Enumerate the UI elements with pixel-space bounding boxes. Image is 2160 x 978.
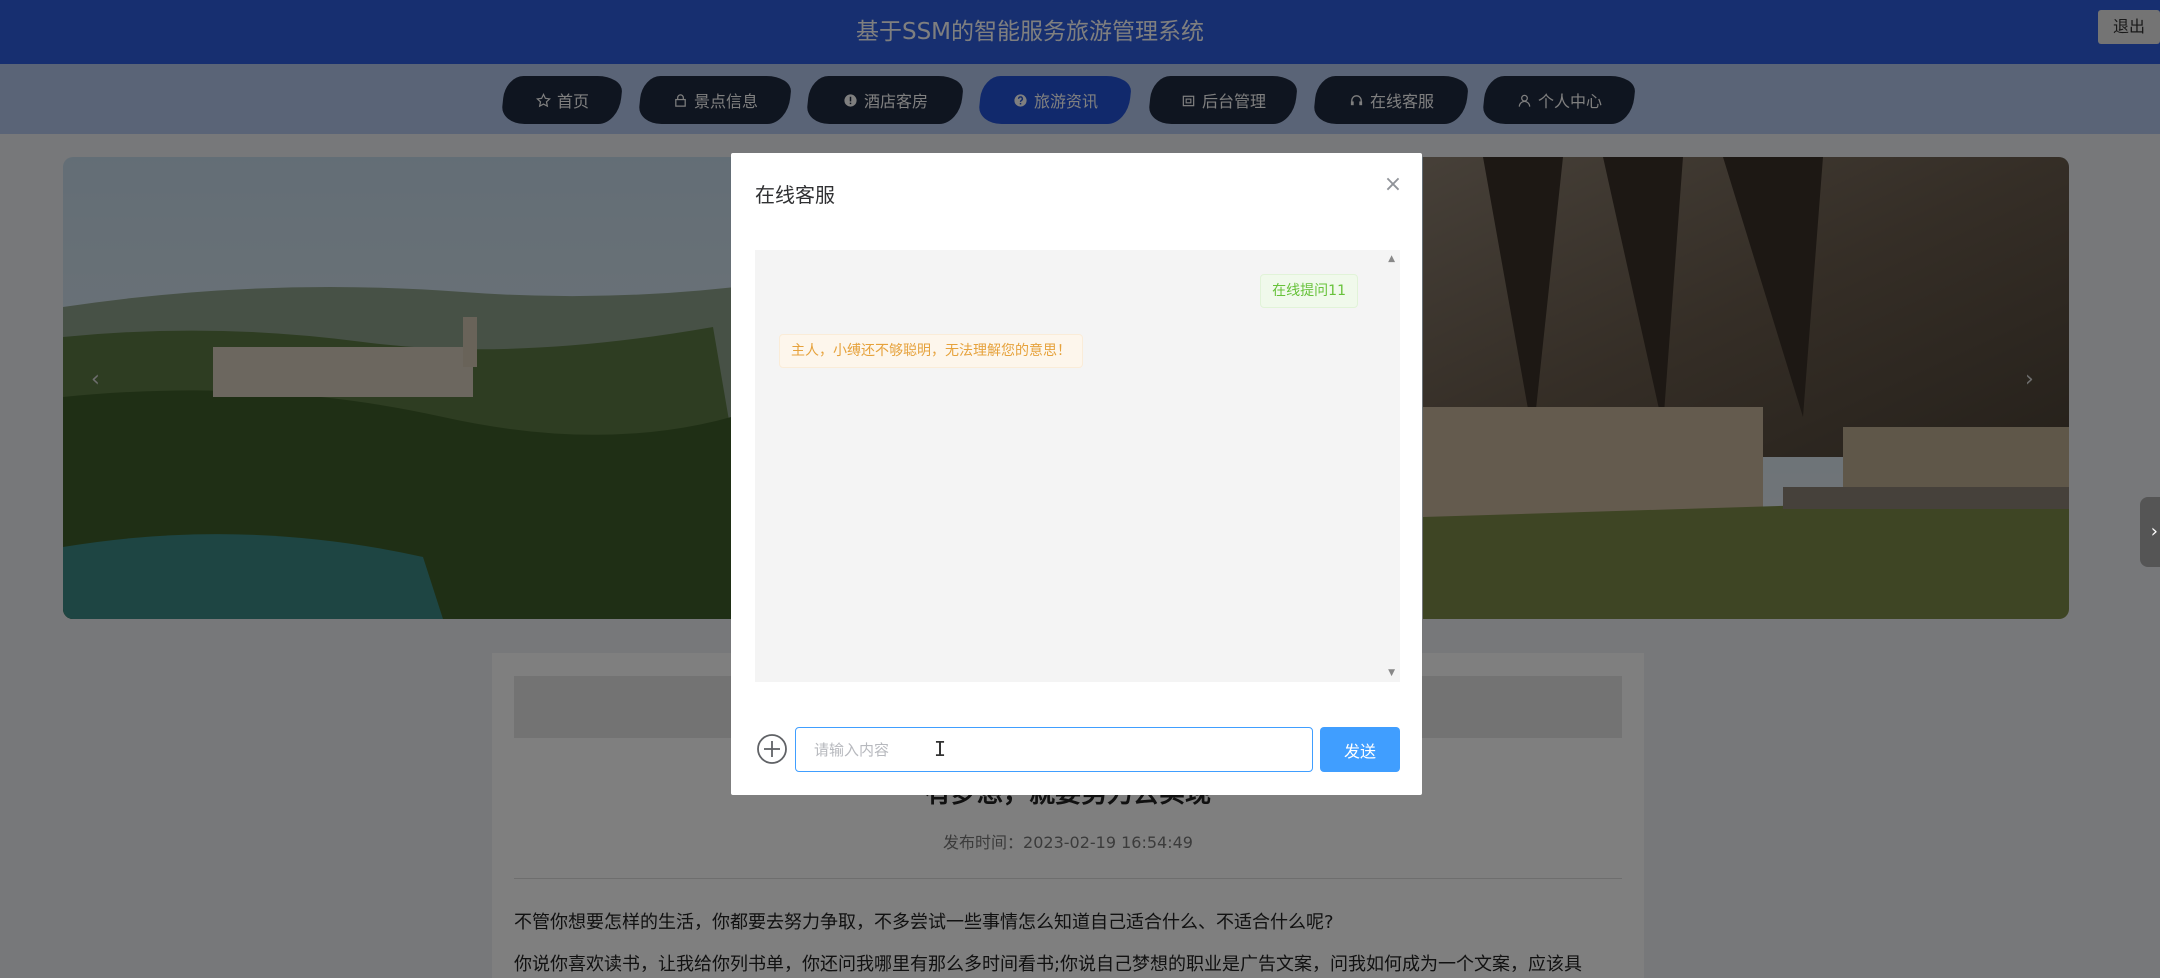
plus-circle-icon[interactable]	[756, 733, 788, 765]
dialog-title: 在线客服	[755, 183, 835, 207]
text-cursor-icon: I	[934, 737, 947, 761]
close-icon[interactable]: ×	[1381, 173, 1405, 197]
online-service-dialog: 在线客服 × ▲ 在线提问11 主人，小缚还不够聪明，无法理解您的意思！ ▼ 发…	[731, 153, 1422, 795]
user-message: 在线提问11	[1260, 274, 1358, 308]
scroll-up-arrow-icon[interactable]: ▲	[1388, 254, 1395, 264]
chat-message-list[interactable]: ▲ 在线提问11 主人，小缚还不够聪明，无法理解您的意思！ ▼	[755, 250, 1400, 682]
send-button[interactable]: 发送	[1320, 727, 1400, 772]
scroll-down-arrow-icon[interactable]: ▼	[1388, 668, 1395, 678]
chat-input[interactable]	[795, 727, 1313, 772]
side-drawer-handle[interactable]: ›	[2140, 497, 2160, 567]
bot-reply-message: 主人，小缚还不够聪明，无法理解您的意思！	[779, 334, 1083, 368]
